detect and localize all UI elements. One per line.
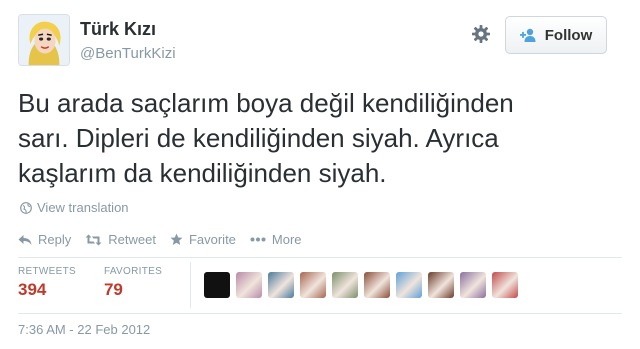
gear-icon bbox=[472, 25, 490, 43]
favorites-count: 79 bbox=[103, 280, 123, 299]
favoriter-avatar[interactable] bbox=[428, 272, 454, 298]
retweets-count: 394 bbox=[18, 280, 47, 299]
tweet-timestamp[interactable]: 7:36 AM - 22 Feb 2012 bbox=[18, 322, 150, 337]
tweet-card: Türk Kızı @BenTurkKizi Follow Bu arada s… bbox=[0, 0, 640, 349]
avatar-illustration-icon bbox=[19, 15, 69, 65]
favoriter-avatar[interactable] bbox=[396, 272, 422, 298]
favorite-button[interactable]: Favorite bbox=[170, 232, 236, 247]
retweet-icon bbox=[85, 234, 102, 245]
favorites-stat[interactable]: FAVORITES 79 bbox=[104, 266, 162, 300]
follow-button-label: Follow bbox=[544, 26, 593, 44]
tweet-actions: Reply Retweet Favorite More bbox=[18, 232, 316, 247]
view-translation-link[interactable]: View translation bbox=[20, 200, 129, 215]
favorite-label: Favorite bbox=[188, 232, 236, 247]
favoriter-avatar[interactable] bbox=[492, 272, 518, 298]
reply-button[interactable]: Reply bbox=[18, 232, 71, 247]
avatar[interactable] bbox=[18, 14, 70, 66]
retweets-label: RETWEETS bbox=[18, 266, 76, 277]
favoriters-avatars bbox=[204, 272, 518, 298]
tweet-line: sarı. Dipleri de kendiliğinden siyah. Ay… bbox=[18, 123, 499, 153]
reply-label: Reply bbox=[38, 232, 72, 247]
view-translation-label: View translation bbox=[37, 200, 129, 215]
tweet-stats: RETWEETS 394 FAVORITES 79 bbox=[18, 266, 190, 300]
star-icon bbox=[170, 233, 183, 245]
divider bbox=[18, 257, 622, 258]
reply-icon bbox=[18, 234, 32, 245]
user-name[interactable]: Türk Kızı bbox=[80, 19, 156, 40]
more-button[interactable]: More bbox=[250, 232, 302, 247]
retweet-label: Retweet bbox=[108, 232, 156, 247]
favoriter-avatar[interactable] bbox=[268, 272, 294, 298]
favoriter-avatar[interactable] bbox=[300, 272, 326, 298]
favoriter-avatar[interactable] bbox=[364, 272, 390, 298]
divider bbox=[18, 313, 622, 314]
favoriter-avatar[interactable] bbox=[460, 272, 486, 298]
settings-button[interactable] bbox=[468, 21, 494, 47]
retweets-stat[interactable]: RETWEETS 394 bbox=[18, 266, 76, 300]
favoriter-avatar[interactable] bbox=[236, 272, 262, 298]
globe-icon bbox=[20, 201, 32, 214]
retweet-button[interactable]: Retweet bbox=[85, 232, 156, 247]
more-label: More bbox=[271, 232, 302, 247]
stats-separator bbox=[190, 262, 191, 308]
user-handle[interactable]: @BenTurkKizi bbox=[80, 45, 176, 62]
tweet-line: kaşlarım da kendiliğinden siyah. bbox=[18, 158, 387, 188]
add-user-icon bbox=[519, 28, 538, 42]
tweet-line: Bu arada saçlarım boya değil kendiliğind… bbox=[18, 88, 514, 118]
favorites-label: FAVORITES bbox=[103, 266, 163, 277]
favoriter-avatar[interactable] bbox=[204, 272, 230, 298]
more-icon bbox=[250, 237, 266, 242]
favoriter-avatar[interactable] bbox=[332, 272, 358, 298]
follow-button[interactable]: Follow bbox=[505, 16, 607, 54]
tweet-text: Bu arada saçlarım boya değil kendiliğind… bbox=[18, 86, 628, 191]
